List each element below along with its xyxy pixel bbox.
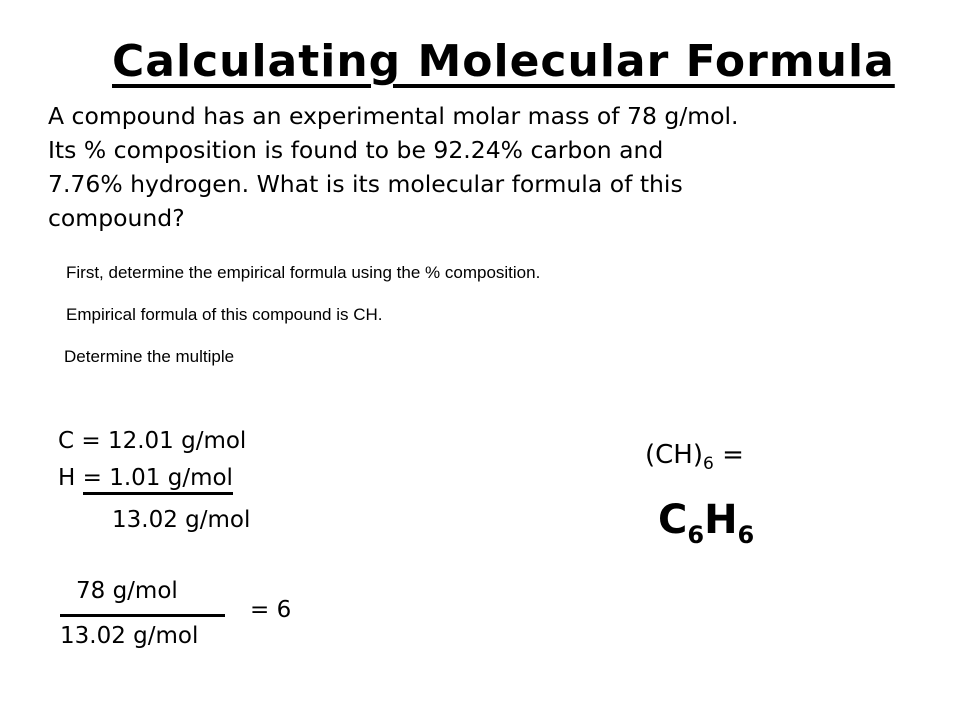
problem-line: Its % composition is found to be 92.24% … [48, 136, 664, 164]
step-determine-multiple: Determine the multiple [64, 347, 235, 366]
hydrogen-mass: H = 1.01 g/mol [58, 465, 233, 495]
answer-hydrogen-subscript: 6 [737, 521, 755, 549]
fraction-denominator: 13.02 g/mol [60, 623, 199, 649]
empirical-mass-total: 13.02 g/mol [112, 507, 251, 533]
problem-line: compound? [48, 204, 185, 232]
ch-subscript: 6 [703, 454, 714, 474]
answer-carbon: C [658, 497, 688, 543]
fraction-result: = 6 [250, 597, 292, 623]
problem-line: A compound has an experimental molar mas… [48, 102, 739, 130]
page-title: Calculating Molecular Formula [112, 36, 895, 87]
fraction-numerator: 78 g/mol [76, 578, 178, 604]
multiplied-formula: (CH)6 = [645, 440, 744, 474]
step-empirical-result: Empirical formula of this compound is CH… [66, 305, 383, 324]
fraction-bar [60, 614, 225, 617]
hydrogen-label: H [58, 465, 83, 491]
step-empirical-instruction: First, determine the empirical formula u… [66, 263, 541, 282]
problem-statement: A compound has an experimental molar mas… [48, 99, 888, 235]
answer-hydrogen: H [704, 497, 738, 543]
ch-base: (CH) [645, 440, 703, 470]
problem-line: 7.76% hydrogen. What is its molecular fo… [48, 170, 683, 198]
hydrogen-value: = 1.01 g/mol [82, 465, 233, 495]
molecular-formula-answer: C6H6 [658, 497, 754, 549]
ch-equals: = [713, 440, 744, 470]
answer-carbon-subscript: 6 [687, 521, 705, 549]
carbon-mass: C = 12.01 g/mol [58, 428, 247, 454]
